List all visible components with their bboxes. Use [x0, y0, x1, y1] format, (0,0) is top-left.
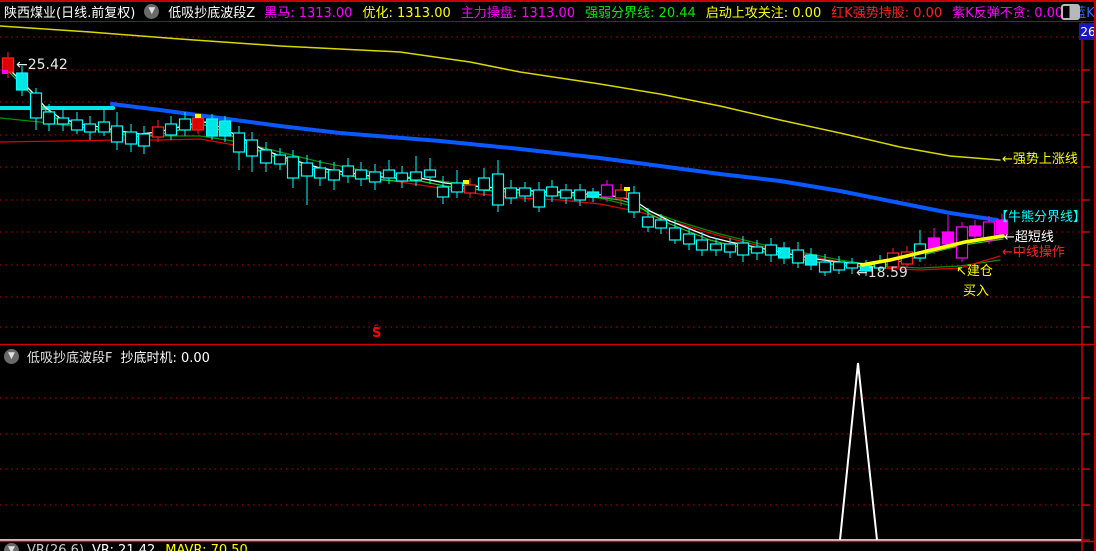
- panel2-header: ▼ 低吸抄底波段F 抄底时机: 0.00: [4, 347, 210, 366]
- indicator-value-item: 主力操盘: 1313.00: [460, 6, 576, 21]
- chevron-down-icon[interactable]: ▼: [4, 349, 19, 364]
- indicator-value-item: 紫K反弹不贪: 0.00: [952, 6, 1064, 21]
- super-short-line-path: [3, 63, 1004, 265]
- indicator-value-item: 强弱分界线: 20.44: [585, 6, 696, 21]
- bottom-indicator-header: ▼ VR(26,6) VR: 21.42 MAVR: 70.50: [4, 543, 248, 551]
- indicator-value-item: 优化: 1313.00: [362, 6, 451, 21]
- panel2-indicator-value: 抄底时机: 0.00: [120, 351, 210, 366]
- chevron-down-icon[interactable]: ▼: [4, 543, 19, 551]
- panel-split-icon[interactable]: [1061, 4, 1080, 20]
- bottom-indicator-spike: [839, 362, 878, 541]
- indicator-values: 黑马: 1313.00 优化: 1313.00 主力操盘: 1313.00 强弱分界线…: [264, 2, 1096, 21]
- indicator-value-item: 红K强势持股: 0.00: [831, 6, 943, 21]
- main-chart[interactable]: [0, 22, 1096, 551]
- bull-bear-line-path: [110, 102, 999, 222]
- indicator-legend-bar: 陕西煤业(日线.前复权) ▼ 低吸抄底波段Z 黑马: 1313.00 优化: 13…: [0, 0, 1096, 22]
- main-indicator-name[interactable]: 低吸抄底波段Z: [168, 2, 255, 21]
- window-title: 陕西煤业(日线.前复权): [4, 6, 136, 21]
- chevron-down-icon[interactable]: ▼: [144, 4, 160, 19]
- bottom-indicator-name[interactable]: VR(26,6): [27, 543, 84, 551]
- bottom-indicator-values: VR: 21.42 MAVR: 70.50: [92, 543, 248, 551]
- stock-chart-window: 陕西煤业(日线.前复权) ▼ 低吸抄底波段Z 黑马: 1313.00 优化: 13…: [0, 0, 1096, 551]
- panel2-indicator-name[interactable]: 低吸抄底波段F: [27, 347, 112, 366]
- indicator-value-item: 黑马: 1313.00: [264, 6, 353, 21]
- bottom-indicator-value-item: VR: 21.42: [92, 543, 156, 551]
- indicator-value-item: 启动上攻关注: 0.00: [705, 6, 822, 21]
- bottom-indicator-value-item: MAVR: 70.50: [165, 543, 248, 551]
